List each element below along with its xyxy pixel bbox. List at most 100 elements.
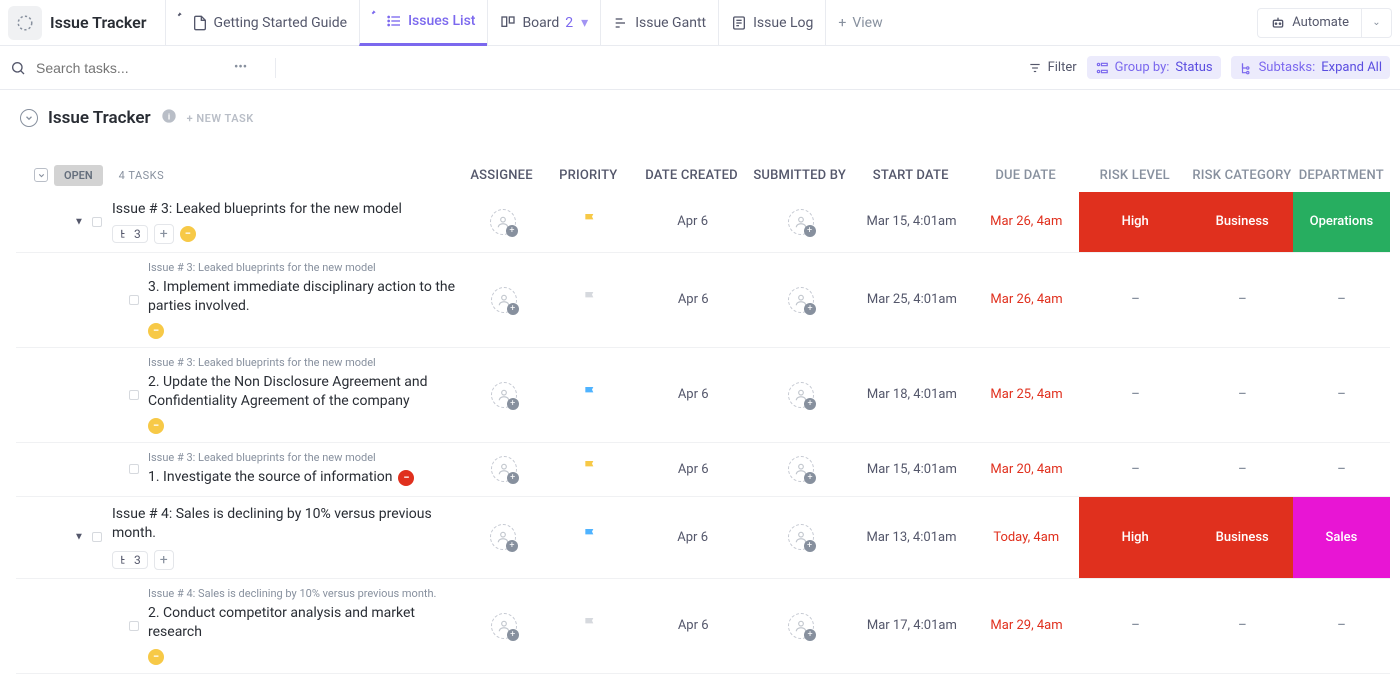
col-date-created[interactable]: DATE CREATED [632, 168, 751, 183]
cell-risk-category[interactable]: Business [1192, 192, 1293, 252]
more-options-button[interactable]: ••• [224, 60, 247, 75]
tab-board[interactable]: Board 2 ▾ [487, 0, 600, 46]
col-assignee[interactable]: ASSIGNEE [459, 168, 545, 183]
status-dot-icon[interactable]: − [148, 418, 164, 434]
task-checkbox[interactable] [129, 621, 139, 631]
cell-due-date[interactable]: Mar 26, 4am [974, 253, 1079, 347]
assignee-avatar[interactable]: + [491, 613, 517, 639]
add-subtask-button[interactable]: + [154, 224, 174, 244]
cell-risk-level[interactable]: – [1079, 579, 1192, 673]
assignee-avatar[interactable]: + [788, 613, 814, 639]
cell-start-date[interactable]: Mar 17, 4:01am [850, 579, 974, 673]
col-submitted-by[interactable]: SUBMITTED BY [751, 168, 848, 183]
status-dot-icon[interactable]: − [398, 470, 414, 486]
col-priority[interactable]: PRIORITY [544, 168, 632, 183]
task-checkbox[interactable] [129, 390, 139, 400]
new-task-button[interactable]: + NEW TASK [187, 112, 254, 125]
cell-start-date[interactable]: Mar 13, 4:01am [849, 497, 974, 578]
task-title[interactable]: 3. Implement immediate disciplinary acti… [148, 278, 461, 317]
cell-risk-category[interactable]: – [1192, 443, 1293, 496]
add-view-button[interactable]: + View [825, 0, 894, 46]
task-breadcrumb[interactable]: Issue # 3: Leaked blueprints for the new… [148, 261, 461, 274]
task-breadcrumb[interactable]: Issue # 3: Leaked blueprints for the new… [148, 356, 461, 369]
priority-flag-icon[interactable] [582, 385, 598, 405]
cell-due-date[interactable]: Mar 25, 4am [974, 348, 1079, 442]
tab-issue-gantt[interactable]: Issue Gantt [600, 0, 718, 46]
status-dot-icon[interactable]: − [148, 323, 164, 339]
task-breadcrumb[interactable]: Issue # 4: Sales is declining by 10% ver… [148, 587, 461, 600]
status-chip[interactable]: OPEN [54, 165, 103, 186]
expand-caret[interactable]: ▼ [74, 216, 84, 227]
cell-risk-category[interactable]: – [1192, 253, 1293, 347]
assignee-avatar[interactable]: + [788, 524, 814, 550]
automate-button[interactable]: Automate [1257, 8, 1362, 38]
collapse-list-button[interactable] [20, 109, 38, 127]
groupby-pill[interactable]: Group by: Status [1087, 56, 1221, 79]
task-checkbox[interactable] [92, 532, 102, 542]
priority-flag-icon[interactable] [582, 616, 598, 636]
task-checkbox[interactable] [129, 295, 139, 305]
assignee-avatar[interactable]: + [490, 524, 516, 550]
status-dot-icon[interactable]: − [148, 649, 164, 665]
cell-risk-level[interactable]: – [1079, 443, 1192, 496]
cell-department[interactable]: – [1293, 579, 1390, 673]
filter-button[interactable]: Filter [1028, 60, 1077, 75]
info-icon[interactable]: i [161, 108, 177, 128]
automate-expand-button[interactable]: ⌄ [1362, 8, 1392, 38]
status-dot-icon[interactable]: − [180, 226, 196, 242]
cell-risk-level[interactable]: – [1079, 348, 1192, 442]
assignee-avatar[interactable]: + [490, 209, 516, 235]
assignee-avatar[interactable]: + [491, 287, 517, 313]
col-due-date[interactable]: DUE DATE [973, 168, 1078, 183]
col-risk-level[interactable]: RISK LEVEL [1078, 168, 1191, 183]
collapse-group-button[interactable] [34, 168, 48, 182]
cell-risk-level[interactable]: – [1079, 253, 1192, 347]
cell-start-date[interactable]: Mar 25, 4:01am [850, 253, 974, 347]
cell-risk-category[interactable]: Business [1192, 497, 1293, 578]
assignee-avatar[interactable]: + [788, 287, 814, 313]
search-wrap[interactable] [10, 60, 186, 76]
task-checkbox[interactable] [92, 217, 102, 227]
cell-risk-category[interactable]: – [1192, 579, 1293, 673]
cell-risk-category[interactable]: – [1192, 348, 1293, 442]
assignee-avatar[interactable]: + [491, 456, 517, 482]
priority-flag-icon[interactable] [582, 212, 598, 232]
cell-department[interactable]: – [1293, 253, 1390, 347]
cell-department[interactable]: Operations [1293, 192, 1390, 252]
tab-issues-list[interactable]: Issues List [359, 0, 487, 46]
cell-risk-level[interactable]: High [1079, 497, 1192, 578]
cell-department[interactable]: Sales [1293, 497, 1390, 578]
expand-caret[interactable]: ▼ [74, 532, 84, 543]
priority-flag-icon[interactable] [582, 459, 598, 479]
assignee-avatar[interactable]: + [788, 382, 814, 408]
task-title[interactable]: 1. Investigate the source of information [148, 468, 392, 488]
cell-risk-level[interactable]: High [1079, 192, 1192, 252]
tab-getting-started[interactable]: Getting Started Guide [165, 0, 360, 46]
assignee-avatar[interactable]: + [788, 456, 814, 482]
assignee-avatar[interactable]: + [491, 382, 517, 408]
cell-department[interactable]: – [1293, 348, 1390, 442]
task-breadcrumb[interactable]: Issue # 3: Leaked blueprints for the new… [148, 451, 461, 464]
col-start-date[interactable]: START DATE [848, 168, 973, 183]
cell-due-date[interactable]: Today, 4am [974, 497, 1079, 578]
tab-issue-log[interactable]: Issue Log [718, 0, 825, 46]
cell-due-date[interactable]: Mar 20, 4am [974, 443, 1079, 496]
task-title[interactable]: 2. Conduct competitor analysis and marke… [148, 604, 461, 643]
task-title[interactable]: Issue # 3: Leaked blueprints for the new… [112, 200, 402, 220]
cell-department[interactable]: – [1293, 443, 1390, 496]
search-input[interactable] [36, 60, 186, 76]
subtask-count-chip[interactable]: 3 [112, 551, 148, 569]
col-risk-category[interactable]: RISK CATEGORY [1191, 168, 1292, 183]
priority-flag-icon[interactable] [582, 527, 598, 547]
folder-settings-button[interactable] [8, 6, 42, 40]
cell-start-date[interactable]: Mar 15, 4:01am [850, 443, 974, 496]
task-title[interactable]: 2. Update the Non Disclosure Agreement a… [148, 373, 461, 412]
assignee-avatar[interactable]: + [788, 209, 814, 235]
subtasks-pill[interactable]: Subtasks: Expand All [1231, 56, 1390, 79]
task-checkbox[interactable] [129, 464, 139, 474]
cell-due-date[interactable]: Mar 29, 4am [974, 579, 1079, 673]
task-title[interactable]: Issue # 4: Sales is declining by 10% ver… [112, 505, 460, 544]
col-department[interactable]: DEPARTMENT [1293, 168, 1390, 183]
priority-flag-icon[interactable] [582, 290, 598, 310]
cell-start-date[interactable]: Mar 18, 4:01am [850, 348, 974, 442]
